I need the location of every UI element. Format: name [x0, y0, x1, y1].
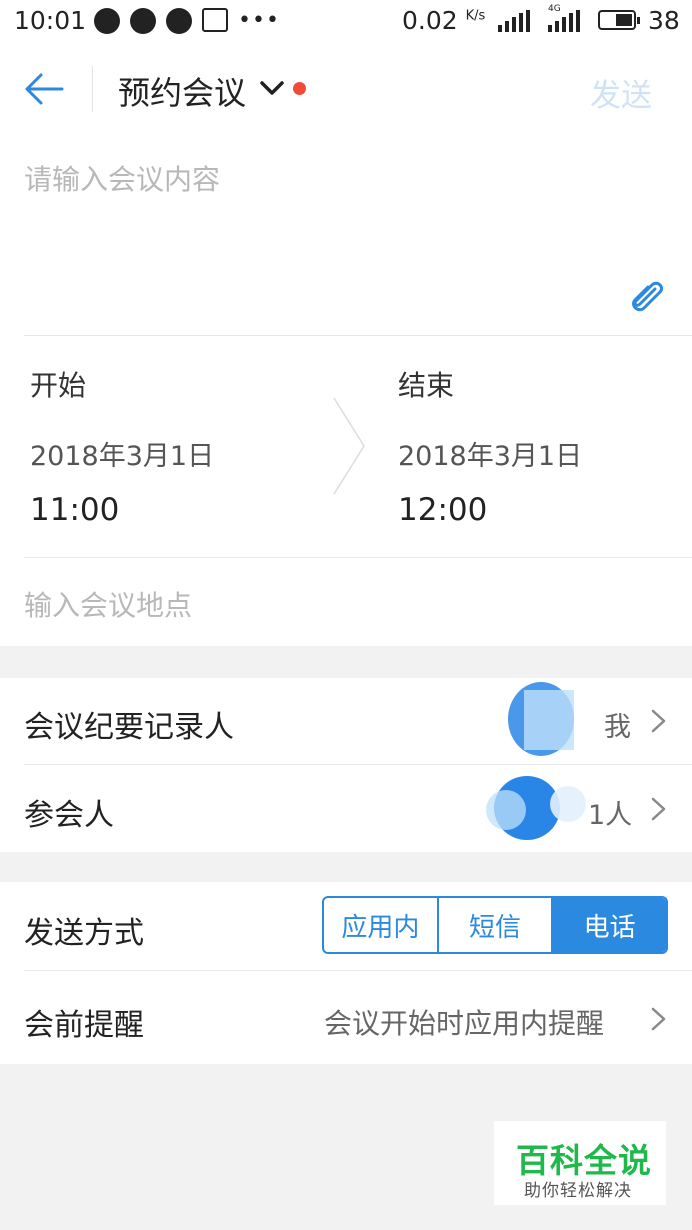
- header-divider: [92, 66, 93, 112]
- attachment-icon[interactable]: [628, 280, 666, 314]
- send-method-label: 发送方式: [24, 916, 144, 951]
- watermark-title: 百科全说: [516, 1141, 652, 1180]
- network-type: 4G: [548, 4, 561, 14]
- start-time[interactable]: 11:00: [30, 492, 119, 528]
- page-title[interactable]: 预约会议: [118, 68, 246, 114]
- reminder-label: 会前提醒: [24, 1008, 144, 1043]
- unread-dot: [293, 82, 306, 95]
- chat-bubble-icon: [166, 8, 192, 34]
- divider: [24, 335, 692, 336]
- chevron-down-icon[interactable]: [258, 74, 286, 102]
- end-time[interactable]: 12:00: [398, 492, 487, 528]
- form-panel: [0, 134, 692, 646]
- chevron-right-icon: [651, 1007, 666, 1031]
- send-method-segmented: 应用内 短信 电话: [322, 896, 668, 954]
- news-icon: [202, 8, 228, 32]
- send-button[interactable]: 发送: [590, 70, 652, 115]
- send-method-sms[interactable]: 短信: [439, 898, 554, 952]
- chevron-right-icon: [651, 709, 666, 733]
- avatar-blur: [550, 786, 586, 822]
- app-header: [0, 44, 692, 134]
- content-input[interactable]: 请输入会议内容: [24, 158, 220, 198]
- location-input[interactable]: 输入会议地点: [24, 584, 192, 624]
- start-label: 开始: [30, 369, 87, 402]
- circle-app-icon: [130, 8, 156, 34]
- battery-level: 38: [648, 6, 680, 35]
- avatar-blur: [524, 690, 574, 750]
- message-app-icon: [94, 8, 120, 34]
- start-date[interactable]: 2018年3月1日: [30, 434, 214, 473]
- recorder-value: 我: [604, 712, 631, 743]
- range-chevron-icon: [333, 397, 365, 495]
- watermark-subtitle: 助你轻松解决: [524, 1181, 632, 1201]
- participants-label: 参会人: [24, 798, 114, 833]
- reminder-value: 会议开始时应用内提醒: [324, 1007, 605, 1040]
- end-date[interactable]: 2018年3月1日: [398, 434, 582, 473]
- notification-icons: •••: [94, 8, 280, 34]
- network-speed: 0.02 K/s: [402, 6, 486, 35]
- battery-icon: [598, 10, 640, 30]
- recorder-label: 会议纪要记录人: [24, 710, 234, 745]
- back-arrow-icon[interactable]: [24, 72, 64, 106]
- send-method-phone[interactable]: 电话: [553, 898, 666, 952]
- status-time: 10:01: [14, 6, 87, 35]
- participants-value: 1人: [588, 800, 633, 831]
- send-method-in-app[interactable]: 应用内: [324, 898, 439, 952]
- wifi-signal-icon: [498, 10, 530, 32]
- divider: [24, 557, 692, 558]
- avatar-blur: [486, 790, 526, 830]
- chevron-right-icon: [651, 797, 666, 821]
- more-dots-icon: •••: [238, 8, 280, 33]
- end-label: 结束: [398, 369, 455, 402]
